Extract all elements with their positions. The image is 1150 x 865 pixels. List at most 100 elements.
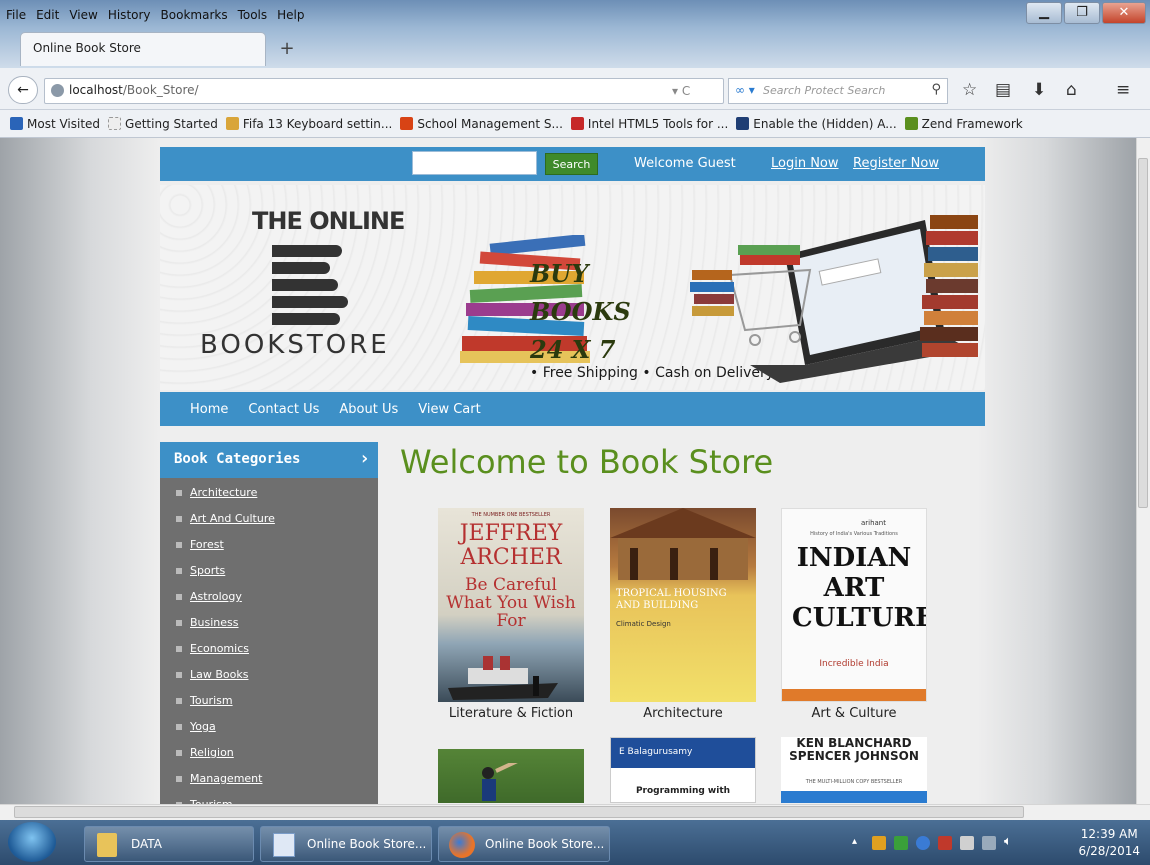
url-bar[interactable]: localhost/Book_Store/ xyxy=(44,78,724,104)
menu-view[interactable]: View xyxy=(69,8,97,28)
taskbar-item-data[interactable]: DATA xyxy=(84,826,254,862)
nav-home[interactable]: Home xyxy=(190,402,228,417)
cover-top-text: THE NUMBER ONE BESTSELLER xyxy=(471,512,551,518)
category-item[interactable]: Management xyxy=(160,768,378,794)
globe-icon xyxy=(51,84,64,97)
nav-view-cart[interactable]: View Cart xyxy=(418,402,480,417)
action-center-icon[interactable] xyxy=(960,836,974,850)
login-link[interactable]: Login Now xyxy=(771,156,839,171)
bookmarks-menu-icon[interactable]: ▤ xyxy=(995,80,1011,100)
volume-icon[interactable]: 🔈︎ xyxy=(1004,834,1012,849)
bullet-icon xyxy=(176,698,182,704)
minimize-button[interactable]: ▁ xyxy=(1026,2,1062,24)
category-item[interactable]: Sports xyxy=(160,560,378,586)
category-item[interactable]: Art And Culture xyxy=(160,508,378,534)
category-item[interactable]: Architecture xyxy=(160,482,378,508)
category-item[interactable]: Economics xyxy=(160,638,378,664)
book-cover-architecture[interactable]: TROPICAL HOUSING AND BUILDING Climatic D… xyxy=(610,508,756,702)
vertical-scroll-thumb[interactable] xyxy=(1138,158,1148,508)
category-item[interactable]: Tourism xyxy=(160,690,378,716)
search-engine-icon[interactable]: ∞ ▾ xyxy=(735,83,755,97)
magnifier-icon[interactable]: ⚲ xyxy=(931,82,941,97)
bullet-icon xyxy=(176,568,182,574)
network-icon[interactable] xyxy=(982,836,996,850)
tray-app-icon[interactable] xyxy=(916,836,930,850)
ship-illustration xyxy=(448,656,558,700)
maximize-button[interactable]: ❐ xyxy=(1064,2,1100,24)
start-button[interactable] xyxy=(8,822,56,862)
cover-title: TROPICAL HOUSING AND BUILDING xyxy=(616,588,727,611)
book-cover-programming[interactable]: E Balagurusamy Programming with xyxy=(610,737,756,803)
categories-header[interactable]: Book Categories › xyxy=(160,442,378,478)
book-caption[interactable]: Architecture xyxy=(598,706,768,721)
horizontal-scroll-thumb[interactable] xyxy=(14,806,1024,818)
cover-band xyxy=(782,689,926,701)
slogan-line-3: 24 X 7 xyxy=(530,335,616,364)
menu-file[interactable]: File xyxy=(6,8,26,28)
bookmark-item[interactable]: Enable the (Hidden) A... xyxy=(736,117,897,131)
bookmark-item[interactable]: Zend Framework xyxy=(904,117,1023,131)
bookmark-star-icon[interactable]: ☆ xyxy=(962,80,977,100)
book-caption[interactable]: Literature & Fiction xyxy=(426,706,596,721)
book-cover-management[interactable]: KEN BLANCHARD SPENCER JOHNSON THE MULTI-… xyxy=(781,737,927,803)
nav-contact-us[interactable]: Contact Us xyxy=(248,402,319,417)
menu-edit[interactable]: Edit xyxy=(36,8,59,28)
back-button[interactable]: ← xyxy=(8,76,38,104)
tray-expand-icon[interactable]: ▴ xyxy=(852,836,857,847)
home-icon[interactable]: ⌂ xyxy=(1066,80,1077,100)
bullet-icon xyxy=(176,620,182,626)
menu-icon[interactable]: ≡ xyxy=(1116,80,1130,100)
category-label: Law Books xyxy=(190,668,249,681)
category-item[interactable]: Business xyxy=(160,612,378,638)
nav-about-us[interactable]: About Us xyxy=(339,402,398,417)
category-sidebar: Book Categories › Architecture Art And C… xyxy=(160,442,378,822)
bookmark-item[interactable]: Intel HTML5 Tools for ... xyxy=(570,117,728,131)
cover-title: Be Careful What You Wish For xyxy=(446,575,576,631)
category-item[interactable]: Astrology xyxy=(160,586,378,612)
book-cover-literature[interactable]: THE NUMBER ONE BESTSELLER JEFFREY ARCHER… xyxy=(438,508,584,702)
search-button[interactable]: Search xyxy=(545,153,598,175)
menu-history[interactable]: History xyxy=(108,8,151,28)
search-input[interactable]: ∞ ▾ Search Protect Search ⚲ xyxy=(728,78,948,104)
book-caption[interactable]: Art & Culture xyxy=(769,706,939,721)
menu-bookmarks[interactable]: Bookmarks xyxy=(161,8,228,28)
tray-app-icon[interactable] xyxy=(894,836,908,850)
slogan-line-2: BOOKS xyxy=(530,297,631,326)
taskbar-label: DATA xyxy=(131,837,162,851)
category-item[interactable]: Religion xyxy=(160,742,378,768)
bullet-icon xyxy=(176,490,182,496)
clock-time: 12:39 AM xyxy=(1080,827,1138,841)
tray-app-icon[interactable] xyxy=(872,836,886,850)
menu-help[interactable]: Help xyxy=(277,8,304,28)
firefox-icon xyxy=(449,832,475,858)
bullet-icon xyxy=(176,724,182,730)
category-item[interactable]: Yoga xyxy=(160,716,378,742)
bookmark-item[interactable]: School Management S... xyxy=(400,117,563,131)
tab-title: Online Book Store xyxy=(33,41,141,55)
bookmark-item[interactable]: Most Visited xyxy=(10,117,100,131)
cover-author: E Balagurusamy xyxy=(611,738,755,768)
download-icon[interactable]: ⬇ xyxy=(1032,80,1046,100)
register-link[interactable]: Register Now xyxy=(853,156,939,171)
tray-app-icon[interactable] xyxy=(938,836,952,850)
menu-tools[interactable]: Tools xyxy=(238,8,268,28)
category-item[interactable]: Forest xyxy=(160,534,378,560)
book-cover-sports[interactable] xyxy=(438,737,584,803)
cover-subtitle: Climatic Design xyxy=(616,620,671,628)
tab-online-book-store[interactable]: Online Book Store xyxy=(20,32,266,66)
new-tab-button[interactable]: + xyxy=(274,38,300,62)
book-cover-art-culture[interactable]: arihant History of India's Various Tradi… xyxy=(781,508,927,702)
url-path: /Book_Store/ xyxy=(122,83,199,97)
close-button[interactable]: ✕ xyxy=(1102,2,1146,24)
taskbar-item-firefox[interactable]: Online Book Store... xyxy=(438,826,610,862)
taskbar-item-word[interactable]: Online Book Store... xyxy=(260,826,432,862)
site-search-input[interactable] xyxy=(412,151,537,175)
category-item[interactable]: Law Books xyxy=(160,664,378,690)
system-clock[interactable]: 12:39 AM 6/28/2014 xyxy=(1078,826,1140,860)
bookmark-favicon-icon xyxy=(904,117,918,130)
bookmark-item[interactable]: Fifa 13 Keyboard settin... xyxy=(225,117,392,131)
reload-icon[interactable]: ▾ C xyxy=(672,84,690,98)
cover-brand: arihant xyxy=(860,519,886,527)
bookmark-item[interactable]: Getting Started xyxy=(108,117,218,131)
cover-title: Programming with xyxy=(635,786,731,796)
